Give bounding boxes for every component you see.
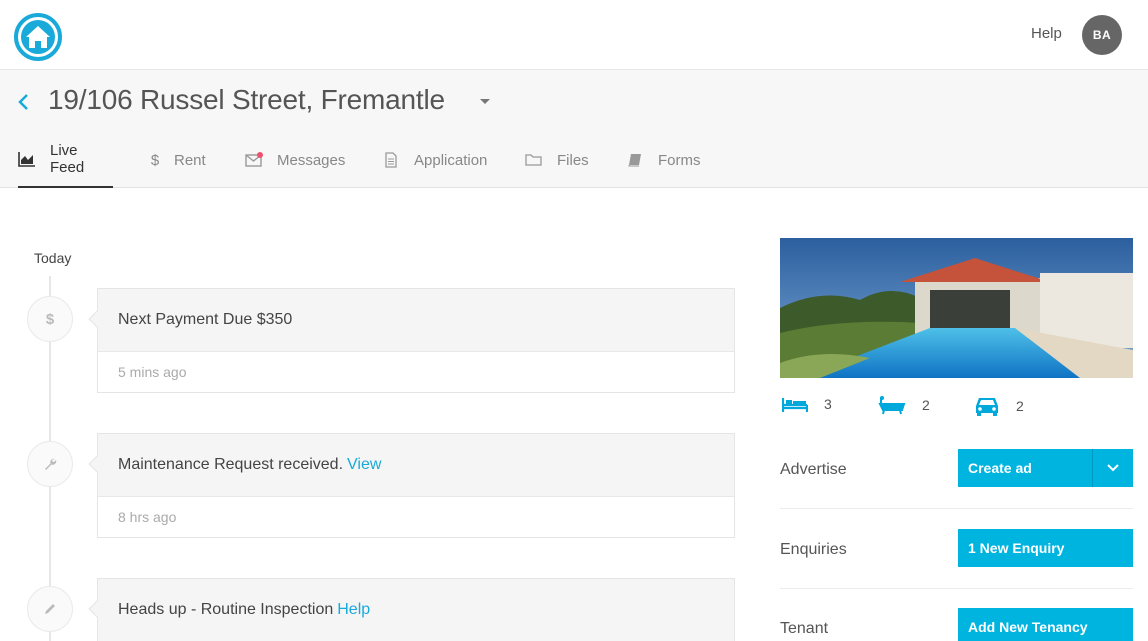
tenant-row: Tenant Add New Tenancy <box>780 608 1133 641</box>
envelope-icon <box>245 152 263 168</box>
wrench-icon <box>27 441 73 487</box>
tab-files[interactable]: Files <box>525 132 589 188</box>
property-photo <box>780 238 1133 378</box>
add-new-tenancy-button[interactable]: Add New Tenancy <box>958 608 1133 641</box>
avatar[interactable]: BA <box>1082 15 1122 55</box>
feed-card-time: 5 mins ago <box>118 364 187 380</box>
car-spaces-count: 2 <box>1016 398 1024 414</box>
page-title: 19/106 Russel Street, Fremantle <box>48 84 445 115</box>
car-icon <box>976 398 998 416</box>
chevron-down-icon <box>1107 464 1119 472</box>
feed-card-text: Maintenance Request received. <box>118 456 344 473</box>
tab-label: Rent <box>174 151 206 169</box>
feed-card-time: 8 hrs ago <box>118 509 177 525</box>
tab-label: Messages <box>277 151 346 169</box>
tab-messages[interactable]: Messages <box>245 132 345 188</box>
feed-card: Next Payment Due $350 5 mins ago <box>88 288 735 393</box>
tab-rent[interactable]: $ Rent <box>150 132 206 188</box>
advertise-row: Advertise Create ad <box>780 449 1133 509</box>
tab-label: Files <box>557 151 589 169</box>
feed-day-label: Today <box>34 250 72 266</box>
feed-card: Heads up - Routine Inspection Help <box>88 578 735 641</box>
help-link[interactable]: Help <box>337 601 370 619</box>
pencil-icon <box>27 586 73 632</box>
view-link[interactable]: View <box>347 456 381 474</box>
caret-down-icon[interactable] <box>478 94 492 108</box>
document-icon <box>382 152 400 168</box>
tenant-label: Tenant <box>780 620 829 637</box>
create-ad-button[interactable]: Create ad <box>958 449 1092 487</box>
chart-area-icon <box>18 151 36 167</box>
feature-bathrooms: 2 <box>878 395 930 415</box>
dollar-icon: $ <box>150 151 160 169</box>
help-link[interactable]: Help <box>1031 25 1062 42</box>
new-enquiry-button[interactable]: 1 New Enquiry <box>958 529 1133 567</box>
bed-icon <box>782 398 808 412</box>
enquiries-row: Enquiries 1 New Enquiry <box>780 529 1133 589</box>
bathrooms-count: 2 <box>922 397 930 413</box>
feature-car-spaces: 2 <box>974 395 1024 417</box>
feed-card: Maintenance Request received. View 8 hrs… <box>88 433 735 538</box>
feed-card-text: Next Payment Due $350 <box>118 311 293 328</box>
book-icon <box>626 152 644 168</box>
tab-application[interactable]: Application <box>382 132 487 188</box>
feature-bedrooms: 3 <box>782 395 832 413</box>
tab-label: Forms <box>658 151 701 169</box>
feed-card-text: Heads up - Routine Inspection <box>118 601 334 618</box>
tab-label: Application <box>414 151 488 169</box>
back-chevron-icon[interactable] <box>16 92 32 112</box>
tab-label: Live Feed <box>50 142 85 176</box>
advertise-label: Advertise <box>780 461 847 478</box>
bath-icon <box>878 396 906 415</box>
dollar-icon: $ <box>27 296 73 342</box>
tab-live-feed[interactable]: Live Feed <box>18 132 113 188</box>
bedrooms-count: 3 <box>824 396 832 412</box>
property-header: 19/106 Russel Street, Fremantle Live Fee… <box>0 70 1148 188</box>
create-ad-dropdown[interactable] <box>1092 449 1133 487</box>
home-logo-icon[interactable] <box>14 13 62 61</box>
tab-forms[interactable]: Forms <box>626 132 701 188</box>
top-bar: Help BA <box>0 0 1148 70</box>
folder-icon <box>525 152 543 168</box>
enquiries-label: Enquiries <box>780 541 847 558</box>
